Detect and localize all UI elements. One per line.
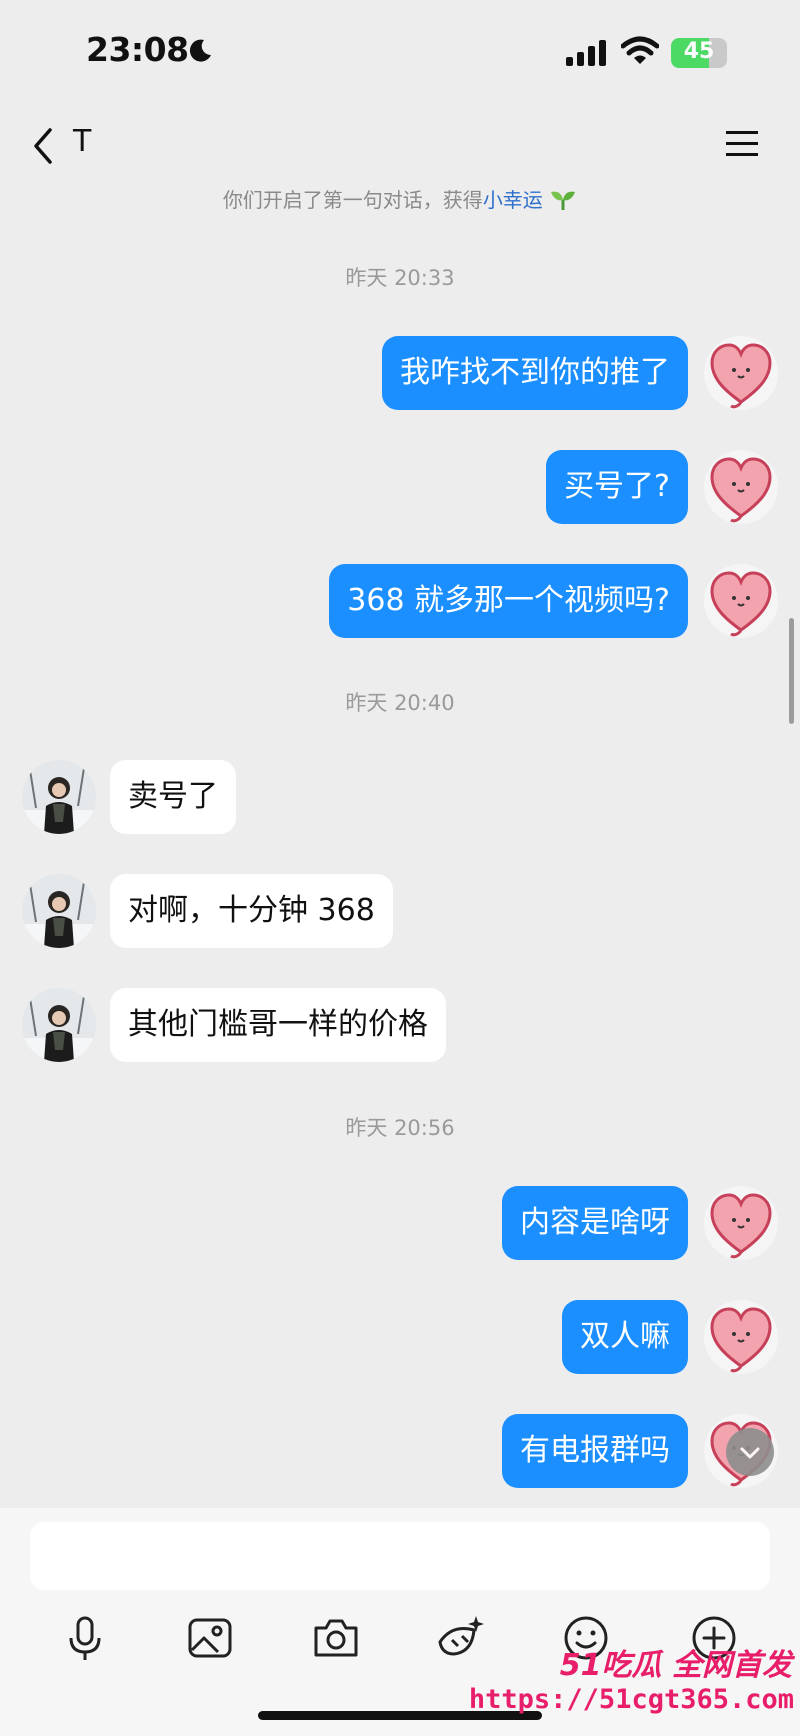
message-incoming[interactable]: 对啊，十分钟 368 <box>110 874 393 948</box>
system-note: 你们开启了第一句对话，获得小幸运 <box>0 184 800 213</box>
status-time: 23:08 <box>86 30 189 69</box>
message-outgoing[interactable]: 368 就多那一个视频吗? <box>329 564 688 638</box>
battery-level: 45 <box>683 39 715 64</box>
watermark-title: 51吃瓜 全网首发 <box>559 1648 792 1683</box>
image-icon[interactable] <box>182 1610 238 1666</box>
status-bar: 23:08 45 <box>0 0 800 110</box>
battery-indicator: 45 <box>671 38 727 68</box>
contact-name[interactable]: T <box>73 124 91 159</box>
chevron-down-icon <box>740 1447 760 1459</box>
contact-avatar[interactable] <box>22 760 96 834</box>
sprout-icon <box>551 191 576 210</box>
timestamp: 昨天 20:40 <box>345 691 455 715</box>
timestamp: 昨天 20:33 <box>345 266 455 290</box>
message-incoming[interactable]: 其他门槛哥一样的价格 <box>110 988 446 1062</box>
moon-icon <box>189 39 211 62</box>
cellular-signal-icon <box>566 40 606 66</box>
scrollbar[interactable] <box>789 618 794 724</box>
wifi-icon <box>621 36 659 64</box>
watermark-url: https://51cgt365.com <box>468 1684 794 1715</box>
message-outgoing[interactable]: 双人嘛 <box>562 1300 688 1374</box>
lucky-link[interactable]: 小幸运 <box>483 188 543 212</box>
scroll-to-bottom-button[interactable] <box>726 1428 774 1476</box>
message-incoming[interactable]: 卖号了 <box>110 760 236 834</box>
watermark: 51吃瓜 全网首发 https://51cgt365.com <box>469 1640 800 1736</box>
microphone-icon[interactable] <box>57 1610 113 1666</box>
message-outgoing[interactable]: 内容是啥呀 <box>502 1186 688 1260</box>
my-avatar[interactable] <box>704 564 778 638</box>
my-avatar[interactable] <box>704 450 778 524</box>
message-input[interactable] <box>30 1522 770 1590</box>
menu-icon[interactable] <box>724 126 760 162</box>
message-outgoing[interactable]: 买号了? <box>546 450 688 524</box>
my-avatar[interactable] <box>704 336 778 410</box>
system-note-text: 你们开启了第一句对话，获得 <box>222 188 483 212</box>
message-outgoing[interactable]: 我咋找不到你的推了 <box>382 336 688 410</box>
contact-avatar[interactable] <box>22 988 96 1062</box>
back-icon[interactable] <box>24 122 64 170</box>
timestamp: 昨天 20:56 <box>345 1116 455 1140</box>
message-outgoing[interactable]: 有电报群吗 <box>502 1414 688 1488</box>
magic-icon[interactable] <box>432 1610 488 1666</box>
my-avatar[interactable] <box>704 1300 778 1374</box>
chat-header: T <box>0 110 800 182</box>
my-avatar[interactable] <box>704 1186 778 1260</box>
contact-avatar[interactable] <box>22 874 96 948</box>
camera-icon[interactable] <box>308 1610 364 1666</box>
